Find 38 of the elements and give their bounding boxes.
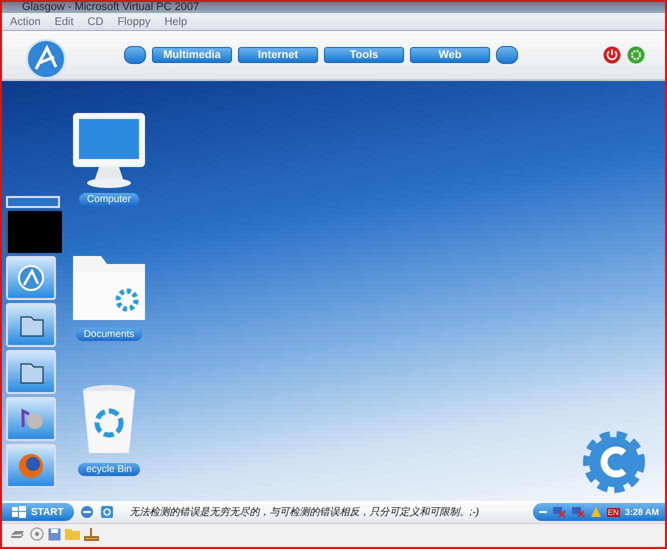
menu-item[interactable]: Help [164, 16, 188, 28]
folder-dock-tile[interactable] [6, 303, 56, 347]
toolbar-tab[interactable]: Internet [238, 47, 318, 63]
menu-item[interactable]: Action [10, 16, 41, 28]
icon-label[interactable]: ecycle Bin [78, 463, 140, 476]
toolbar-tab[interactable]: Tools [324, 47, 404, 63]
dock-handle[interactable] [6, 196, 60, 208]
media-dock-tile[interactable] [6, 397, 56, 441]
settings-icon[interactable] [627, 46, 645, 64]
floppy-icon[interactable] [48, 528, 61, 540]
app-dock-tile[interactable] [6, 256, 56, 300]
menu-item[interactable]: Edit [54, 16, 74, 28]
toolbar-tab[interactable]: Multimedia [152, 47, 232, 63]
browser-dock-tile[interactable] [6, 444, 56, 488]
language-indicator[interactable]: EN [606, 508, 620, 516]
logo-icon[interactable] [26, 39, 66, 79]
scroll-right-button[interactable] [496, 46, 518, 64]
menu-item[interactable]: CD [88, 16, 104, 28]
folder-dock-tile[interactable] [6, 350, 56, 394]
cd-icon[interactable] [30, 527, 44, 541]
clock: 3:28 AM [624, 507, 659, 517]
menu-item[interactable]: Floppy [117, 16, 150, 28]
window-title: Glasgow - Microsoft Virtual PC 2007 [22, 2, 200, 13]
toolbar-tab[interactable]: Web [410, 47, 490, 63]
warning-icon[interactable] [590, 506, 602, 518]
minimize-icon[interactable] [538, 511, 547, 513]
icon-label[interactable]: Documents [76, 328, 142, 341]
start-button[interactable]: START [2, 503, 74, 521]
network-share-icon[interactable] [84, 528, 99, 540]
power-icon[interactable] [603, 46, 621, 64]
scroll-left-button[interactable] [124, 46, 146, 64]
windows-logo-icon [12, 506, 26, 518]
network-icon[interactable] [552, 506, 566, 518]
status-message: 无法检测的错误是无穷无尽的，与可检测的错误相反，只分可定义和可限制。;-) [130, 506, 480, 519]
drive-icon[interactable] [10, 528, 26, 540]
icon-label[interactable]: Computer [79, 193, 139, 206]
window-thumbnail[interactable] [6, 211, 62, 253]
network-icon[interactable] [570, 506, 585, 518]
